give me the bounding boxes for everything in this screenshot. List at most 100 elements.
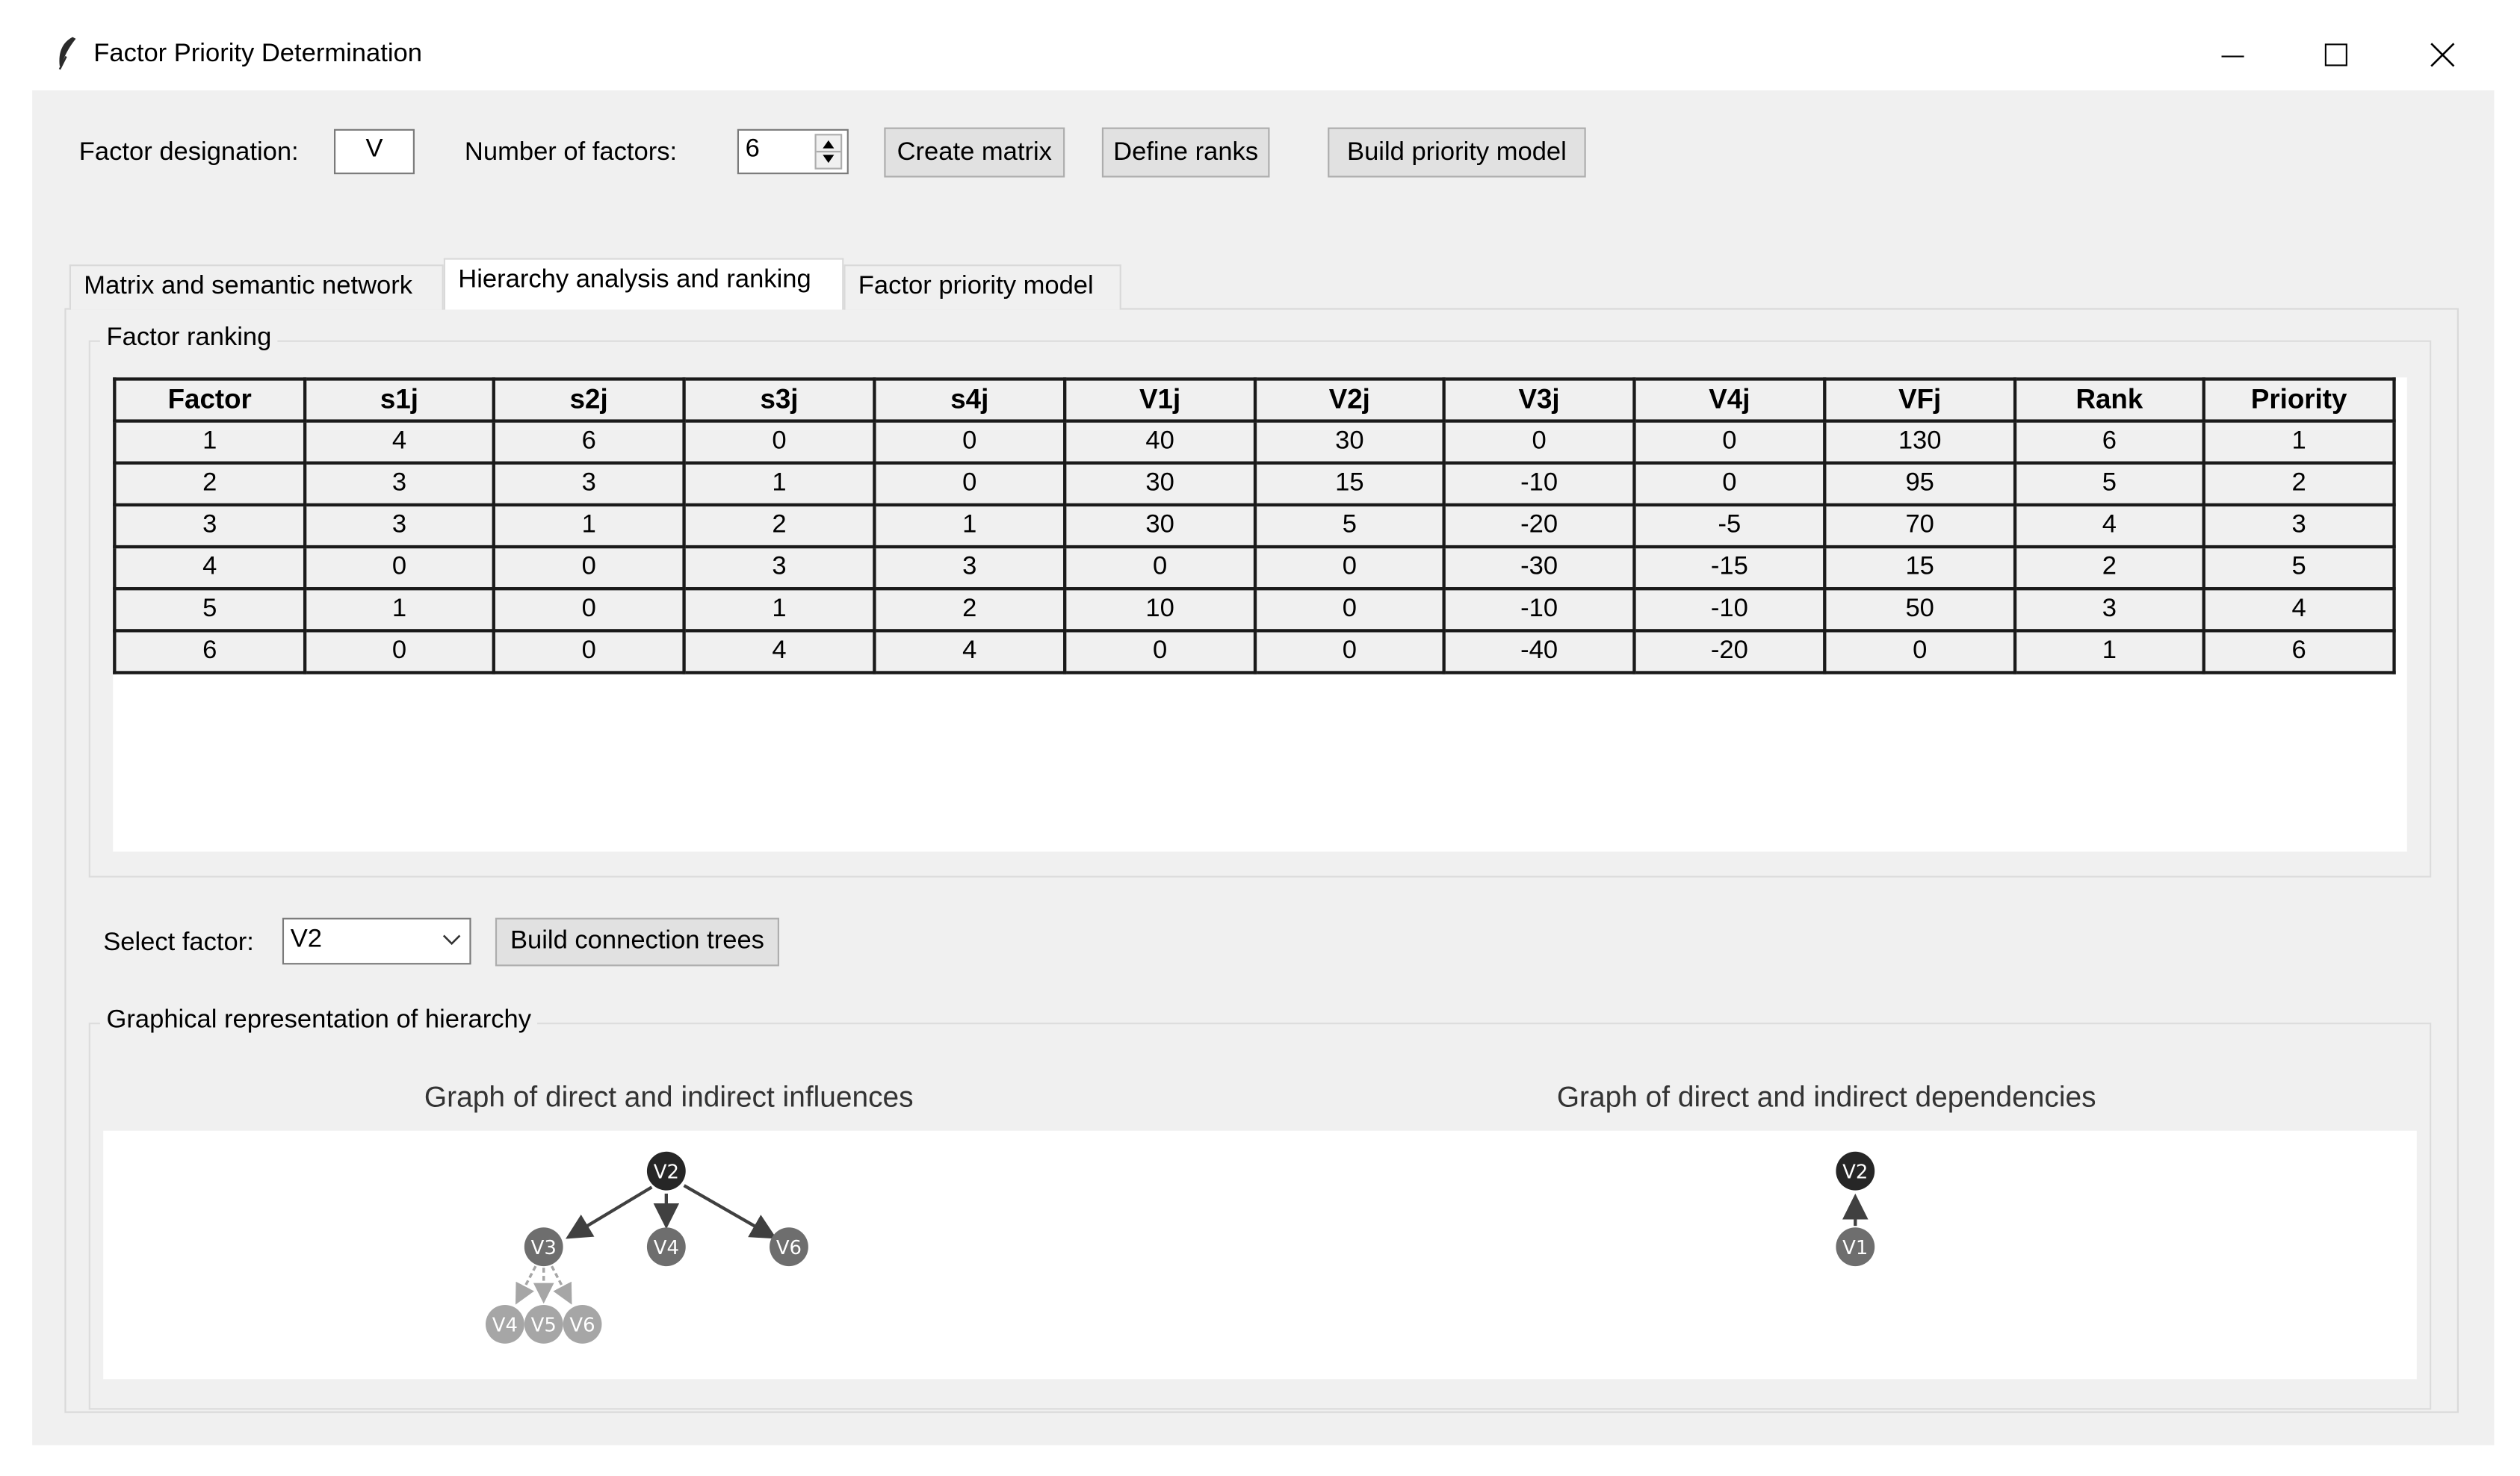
table-cell: 4: [113, 545, 307, 591]
node-v4-indirect: V4: [485, 1304, 524, 1344]
table-cell: 15: [1823, 545, 2017, 591]
table-cell: -10: [1632, 587, 1827, 633]
column-header-s2j: s2j: [492, 377, 686, 423]
minimize-icon: [2221, 55, 2244, 58]
table-cell: -10: [1442, 461, 1636, 507]
svg-text:V2: V2: [1842, 1161, 1868, 1183]
edge-v3-v4: [515, 1265, 537, 1305]
build-priority-model-button[interactable]: Build priority model: [1328, 127, 1586, 178]
hierarchy-title: Graphical representation of hierarchy: [99, 1005, 538, 1038]
svg-text:V3: V3: [531, 1237, 557, 1259]
create-matrix-button[interactable]: Create matrix: [884, 127, 1065, 178]
spin-arrows-icon: [816, 140, 841, 164]
tab-matrix-semantic-network[interactable]: Matrix and semantic network: [69, 264, 444, 310]
table-cell: 1: [492, 503, 686, 549]
table-cell: 0: [1253, 545, 1446, 591]
table-cell: 4: [2013, 503, 2205, 549]
table-cell: 3: [492, 461, 686, 507]
factor-select[interactable]: V2: [282, 917, 471, 965]
table-cell: 3: [2202, 503, 2396, 549]
table-cell: 4: [303, 419, 495, 465]
table-cell: -10: [1442, 587, 1636, 633]
chevron-down-icon: [441, 920, 463, 961]
table-cell: 10: [1063, 587, 1257, 633]
table-cell: 0: [1063, 629, 1257, 675]
svg-text:V4: V4: [654, 1237, 679, 1259]
table-cell: 3: [303, 503, 495, 549]
minimize-button[interactable]: [2194, 29, 2272, 81]
table-cell: 0: [682, 419, 876, 465]
table-row: 5 1 0 1 2 10 0 -10 -10 50 3 4: [113, 587, 2396, 633]
table-cell: 3: [113, 503, 307, 549]
column-header-v2j: V2j: [1253, 377, 1446, 423]
close-button[interactable]: [2404, 29, 2482, 81]
table-cell: 3: [2013, 587, 2205, 633]
table-cell: 3: [873, 545, 1067, 591]
close-icon: [2430, 43, 2455, 67]
table-cell: 6: [2202, 629, 2396, 675]
factor-count-spinbox[interactable]: 6: [737, 128, 849, 175]
column-header-s4j: s4j: [873, 377, 1067, 423]
table-row: 2 3 3 1 0 30 15 -10 0 95 5 2: [113, 461, 2396, 507]
table-cell: 30: [1063, 503, 1257, 549]
spin-buttons[interactable]: [814, 134, 843, 170]
table-cell: 40: [1063, 419, 1257, 465]
table-cell: 0: [1253, 629, 1446, 675]
column-header-factor: Factor: [113, 377, 307, 423]
hierarchy-graphs: V2 V3 V4 V6 V4 V5 V6 V2 V1: [485, 1151, 1875, 1344]
table-cell: 5: [113, 587, 307, 633]
table-cell: 1: [682, 587, 876, 633]
svg-text:V2: V2: [654, 1161, 679, 1183]
column-header-rank: Rank: [2013, 377, 2205, 423]
build-connection-trees-button[interactable]: Build connection trees: [495, 917, 779, 967]
dep-node-v1: V1: [1836, 1227, 1875, 1267]
table-cell: 4: [2202, 587, 2396, 633]
factor-count-value: 6: [745, 135, 760, 164]
node-v4: V4: [646, 1227, 686, 1267]
column-header-v4j: V4j: [1632, 377, 1827, 423]
node-v6: V6: [770, 1227, 808, 1267]
column-header-v3j: V3j: [1442, 377, 1636, 423]
table-cell: 1: [2202, 419, 2396, 465]
table-cell: 0: [873, 461, 1067, 507]
table-cell: 2: [2013, 545, 2205, 591]
table-cell: 5: [2013, 461, 2205, 507]
factor-ranking-title: Factor ranking: [99, 322, 278, 356]
factor-count-label: Number of factors:: [464, 138, 678, 167]
table-cell: 3: [682, 545, 876, 591]
table-cell: 50: [1823, 587, 2017, 633]
column-header-s3j: s3j: [682, 377, 876, 423]
table-cell: -30: [1442, 545, 1636, 591]
table-row: 6 0 0 4 4 0 0 -40 -20 0 1 6: [113, 629, 2396, 675]
table-cell: 0: [492, 587, 686, 633]
node-v6-indirect: V6: [563, 1304, 602, 1344]
table-cell: 3: [303, 461, 495, 507]
table-cell: 0: [492, 545, 686, 591]
node-v5-indirect: V5: [524, 1304, 563, 1344]
table-cell: 70: [1823, 503, 2017, 549]
feather-icon: [58, 37, 76, 70]
table-cell: 0: [1442, 419, 1636, 465]
tab-hierarchy-analysis[interactable]: Hierarchy analysis and ranking: [443, 258, 844, 310]
table-cell: 0: [1063, 545, 1257, 591]
designation-input[interactable]: V: [333, 128, 415, 175]
svg-text:V5: V5: [531, 1315, 557, 1337]
table-row: 3 3 1 2 1 30 5 -20 -5 70 4 3: [113, 503, 2396, 549]
edge-v2-v3: [566, 1185, 653, 1239]
column-header-priority: Priority: [2202, 377, 2396, 423]
edge-v2-v6: [683, 1184, 777, 1239]
define-ranks-button[interactable]: Define ranks: [1101, 127, 1270, 178]
table-cell: 0: [1632, 419, 1827, 465]
table-cell: -40: [1442, 629, 1636, 675]
table-row: 4 0 0 3 3 0 0 -30 -15 15 2 5: [113, 545, 2396, 591]
tab-factor-priority-model[interactable]: Factor priority model: [843, 264, 1121, 310]
table-cell: 4: [873, 629, 1067, 675]
influences-graph-title: Graph of direct and indirect influences: [424, 1080, 914, 1113]
column-header-vfj: VFj: [1823, 377, 2017, 423]
table-cell: 6: [492, 419, 686, 465]
table-cell: 0: [303, 545, 495, 591]
maximize-button[interactable]: [2297, 29, 2375, 81]
table-cell: 1: [873, 503, 1067, 549]
ranking-table-area: Factor s1j s2j s3j s4j V1j V2j V3j V4j VFj Rank Pri…: [113, 377, 2407, 852]
table-cell: 2: [682, 503, 876, 549]
